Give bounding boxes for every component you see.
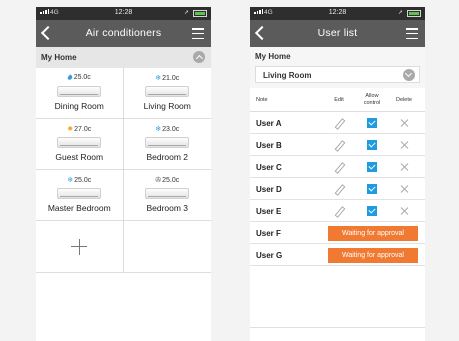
- pencil-icon[interactable]: [334, 118, 343, 128]
- waiting-approval-button[interactable]: Waiting for approval: [328, 226, 418, 241]
- user-name: User A: [256, 119, 282, 128]
- snowflake-icon: ❄: [155, 75, 162, 82]
- user-name: User F: [256, 229, 281, 238]
- room-temp: 25.0c: [74, 176, 92, 184]
- page-title: User list: [317, 27, 358, 39]
- room-name: Bedroom 2: [146, 152, 189, 162]
- location-icon: ➚: [397, 10, 403, 16]
- table-row: User E: [250, 200, 425, 222]
- close-icon[interactable]: [399, 206, 409, 216]
- close-icon[interactable]: [399, 162, 409, 172]
- nav-bar: User list: [250, 20, 425, 47]
- table-row: User D: [250, 178, 425, 200]
- column-allow-control: Allow control: [363, 93, 381, 106]
- divider: [250, 327, 425, 328]
- nav-bar: Air conditioners: [36, 20, 211, 47]
- snowflake-icon: ❄: [155, 126, 162, 133]
- table-row: User G Waiting for approval: [250, 244, 425, 266]
- room-dropdown-value: Living Room: [263, 71, 312, 80]
- allow-checkbox[interactable]: [367, 118, 377, 128]
- close-icon[interactable]: [399, 118, 409, 128]
- table-row: User C: [250, 156, 425, 178]
- status-bar: 4G 12:28 ➚: [250, 7, 425, 20]
- user-name: User E: [256, 207, 282, 216]
- table-row: User A: [250, 112, 425, 134]
- user-list-screen: 4G 12:28 ➚ User list My Home Living Room…: [250, 7, 425, 341]
- room-tile-dining-room[interactable]: 25.0c Dining Room: [36, 68, 124, 119]
- sun-icon: ✹: [67, 126, 74, 133]
- close-icon[interactable]: [399, 140, 409, 150]
- ac-unit-icon: [145, 86, 190, 97]
- room-temp: 23.0c: [162, 125, 180, 133]
- pencil-icon[interactable]: [334, 206, 343, 216]
- user-name: User B: [256, 141, 282, 150]
- room-temp: 25.0c: [162, 176, 180, 184]
- allow-checkbox[interactable]: [367, 184, 377, 194]
- room-temp: 27.0c: [74, 125, 92, 133]
- battery-icon: [407, 10, 421, 17]
- page-title: Air conditioners: [85, 27, 162, 39]
- snowflake-icon: ❄: [67, 177, 74, 184]
- column-note: Note: [256, 97, 268, 103]
- ac-unit-icon: [145, 137, 190, 148]
- room-name: Master Bedroom: [47, 203, 111, 213]
- status-bar: 4G 12:28 ➚: [36, 7, 211, 20]
- room-tile-living-room[interactable]: ❄ 21.0c Living Room: [123, 68, 211, 119]
- room-temp: 21.0c: [162, 74, 180, 82]
- pencil-icon[interactable]: [334, 140, 343, 150]
- drop-icon: [66, 74, 73, 81]
- room-name: Dining Room: [54, 101, 104, 111]
- chevron-down-icon: [403, 69, 415, 81]
- ac-unit-icon: [57, 137, 102, 148]
- home-label: My Home: [250, 47, 425, 66]
- fan-icon: ✇: [155, 177, 162, 184]
- table-row: User F Waiting for approval: [250, 222, 425, 244]
- user-name: User C: [256, 163, 282, 172]
- room-name: Living Room: [143, 101, 191, 111]
- battery-icon: [193, 10, 207, 17]
- room-tile-guest-room[interactable]: ✹ 27.0c Guest Room: [36, 119, 124, 170]
- room-tile-bedroom-2[interactable]: ❄ 23.0c Bedroom 2: [123, 119, 211, 170]
- table-header: Note Edit Allow control Delete: [250, 88, 425, 112]
- user-name: User D: [256, 185, 282, 194]
- menu-icon[interactable]: [406, 28, 418, 39]
- collapse-icon[interactable]: [193, 51, 205, 63]
- location-icon: ➚: [183, 10, 189, 16]
- room-name: Bedroom 3: [146, 203, 189, 213]
- plus-icon: [71, 238, 88, 255]
- column-edit: Edit: [334, 97, 344, 103]
- ac-unit-icon: [57, 86, 102, 97]
- allow-checkbox[interactable]: [367, 206, 377, 216]
- add-ac-button[interactable]: [36, 221, 124, 273]
- allow-checkbox[interactable]: [367, 162, 377, 172]
- column-delete: Delete: [396, 97, 412, 103]
- room-dropdown[interactable]: Living Room: [255, 66, 420, 83]
- close-icon[interactable]: [399, 184, 409, 194]
- pencil-icon[interactable]: [334, 184, 343, 194]
- room-name: Guest Room: [55, 152, 104, 162]
- room-temp: 25.0c: [73, 74, 91, 81]
- allow-checkbox[interactable]: [367, 140, 377, 150]
- room-tile-master-bedroom[interactable]: ❄ 25.0c Master Bedroom: [36, 170, 124, 221]
- user-name: User G: [256, 251, 283, 260]
- room-tile-bedroom-3[interactable]: ✇ 25.0c Bedroom 3: [123, 170, 211, 221]
- empty-tile: [123, 221, 211, 273]
- home-label: My Home: [41, 53, 77, 62]
- ac-unit-icon: [145, 188, 190, 199]
- pencil-icon[interactable]: [334, 162, 343, 172]
- menu-icon[interactable]: [192, 28, 204, 39]
- home-header[interactable]: My Home: [36, 47, 211, 68]
- waiting-approval-button[interactable]: Waiting for approval: [328, 248, 418, 263]
- table-row: User B: [250, 134, 425, 156]
- ac-unit-icon: [57, 188, 102, 199]
- room-grid: 25.0c Dining Room ❄ 21.0c Living Room ✹ 27…: [36, 68, 211, 273]
- air-conditioners-screen: 4G 12:28 ➚ Air conditioners My Home 25.0…: [36, 7, 211, 341]
